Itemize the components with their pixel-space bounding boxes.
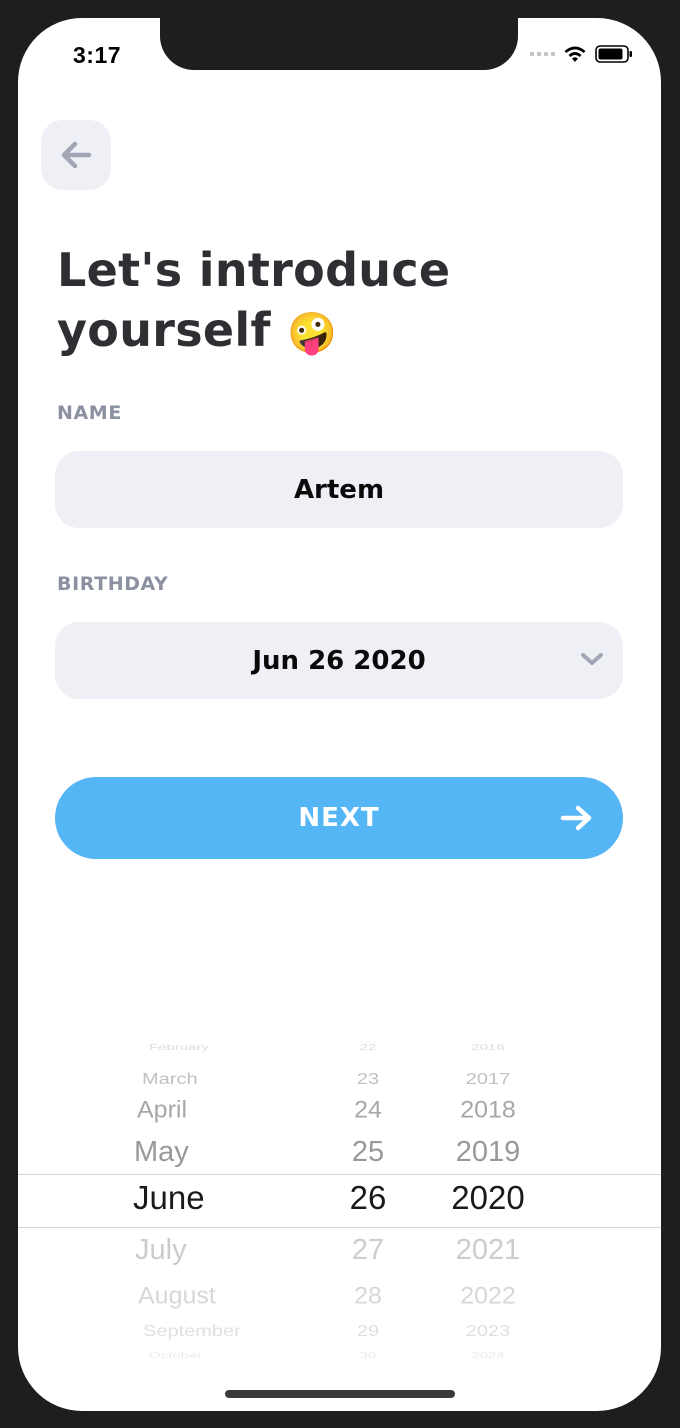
picker-year-item[interactable]: 2021 bbox=[456, 1234, 521, 1267]
title-line-1: Let's introduce bbox=[57, 243, 451, 297]
zany-face-emoji-icon: 🤪 bbox=[287, 310, 338, 357]
picker-month-item[interactable]: August bbox=[138, 1283, 216, 1311]
picker-month-item[interactable]: July bbox=[135, 1234, 187, 1267]
picker-year-item[interactable]: 2022 bbox=[460, 1283, 516, 1311]
picker-year-item[interactable]: 2020 bbox=[451, 1179, 524, 1217]
signal-icon bbox=[530, 52, 555, 56]
picker-day-item[interactable]: 27 bbox=[352, 1234, 384, 1267]
picker-day-item[interactable]: 22 bbox=[360, 1043, 377, 1052]
picker-day-item[interactable]: 30 bbox=[360, 1351, 377, 1360]
picker-month-item[interactable]: May bbox=[134, 1136, 189, 1169]
page-title: Let's introduce yourself 🤪 bbox=[57, 240, 577, 364]
picker-month-item[interactable]: February bbox=[149, 1043, 209, 1052]
picker-day-item[interactable]: 25 bbox=[352, 1136, 384, 1169]
title-line-2: yourself 🤪 bbox=[57, 300, 577, 364]
picker-year-item[interactable]: 2023 bbox=[466, 1322, 511, 1340]
picker-day-item[interactable]: 23 bbox=[357, 1070, 379, 1088]
name-label: NAME bbox=[57, 402, 122, 424]
picker-year-item[interactable]: 2024 bbox=[471, 1351, 504, 1360]
picker-month-item[interactable]: March bbox=[142, 1070, 198, 1088]
birthday-label: BIRTHDAY bbox=[57, 573, 169, 595]
picker-month-item[interactable]: October bbox=[149, 1351, 202, 1360]
birthday-field[interactable]: Jun 26 2020 bbox=[55, 622, 623, 699]
picker-day-item[interactable]: 28 bbox=[354, 1283, 382, 1311]
picker-year-item[interactable]: 2017 bbox=[466, 1070, 511, 1088]
back-button[interactable] bbox=[41, 120, 111, 190]
picker-month-item[interactable]: June bbox=[133, 1179, 205, 1217]
home-indicator[interactable] bbox=[225, 1390, 455, 1398]
birthday-value: Jun 26 2020 bbox=[252, 645, 426, 676]
month-wheel[interactable]: February March April May June July August Septe… bbox=[18, 1038, 318, 1360]
chevron-down-icon bbox=[581, 653, 603, 665]
picker-day-item[interactable]: 26 bbox=[350, 1179, 387, 1217]
picker-year-item[interactable]: 2016 bbox=[471, 1043, 504, 1052]
picker-year-item[interactable]: 2018 bbox=[460, 1097, 516, 1125]
picker-day-item[interactable]: 24 bbox=[354, 1097, 382, 1125]
day-wheel[interactable]: 22 23 24 25 26 27 28 29 30 bbox=[318, 1038, 418, 1360]
notch bbox=[160, 18, 518, 70]
name-value: Artem bbox=[293, 474, 385, 505]
date-picker[interactable]: February March April May June July August Septe… bbox=[18, 1038, 661, 1360]
picker-year-item[interactable]: 2019 bbox=[456, 1136, 521, 1169]
name-field[interactable]: Artem bbox=[55, 451, 623, 528]
picker-month-item[interactable]: September bbox=[143, 1322, 241, 1340]
arrow-right-icon bbox=[560, 805, 592, 831]
wifi-icon bbox=[564, 46, 586, 62]
picker-day-item[interactable]: 29 bbox=[357, 1322, 379, 1340]
status-time: 3:17 bbox=[73, 42, 122, 68]
next-label: NEXT bbox=[298, 803, 380, 833]
status-icons bbox=[530, 45, 633, 63]
year-wheel[interactable]: 2016 2017 2018 2019 2020 2021 2022 2023 2024 bbox=[418, 1038, 598, 1360]
title-line-2-text: yourself bbox=[57, 303, 271, 357]
picker-month-item[interactable]: April bbox=[137, 1097, 187, 1125]
next-button[interactable]: NEXT bbox=[55, 777, 623, 859]
battery-icon bbox=[595, 45, 632, 63]
arrow-left-icon bbox=[61, 141, 92, 169]
phone-screen: 3:17 Let's introduce yourself 🤪 NAME Art… bbox=[18, 18, 661, 1411]
